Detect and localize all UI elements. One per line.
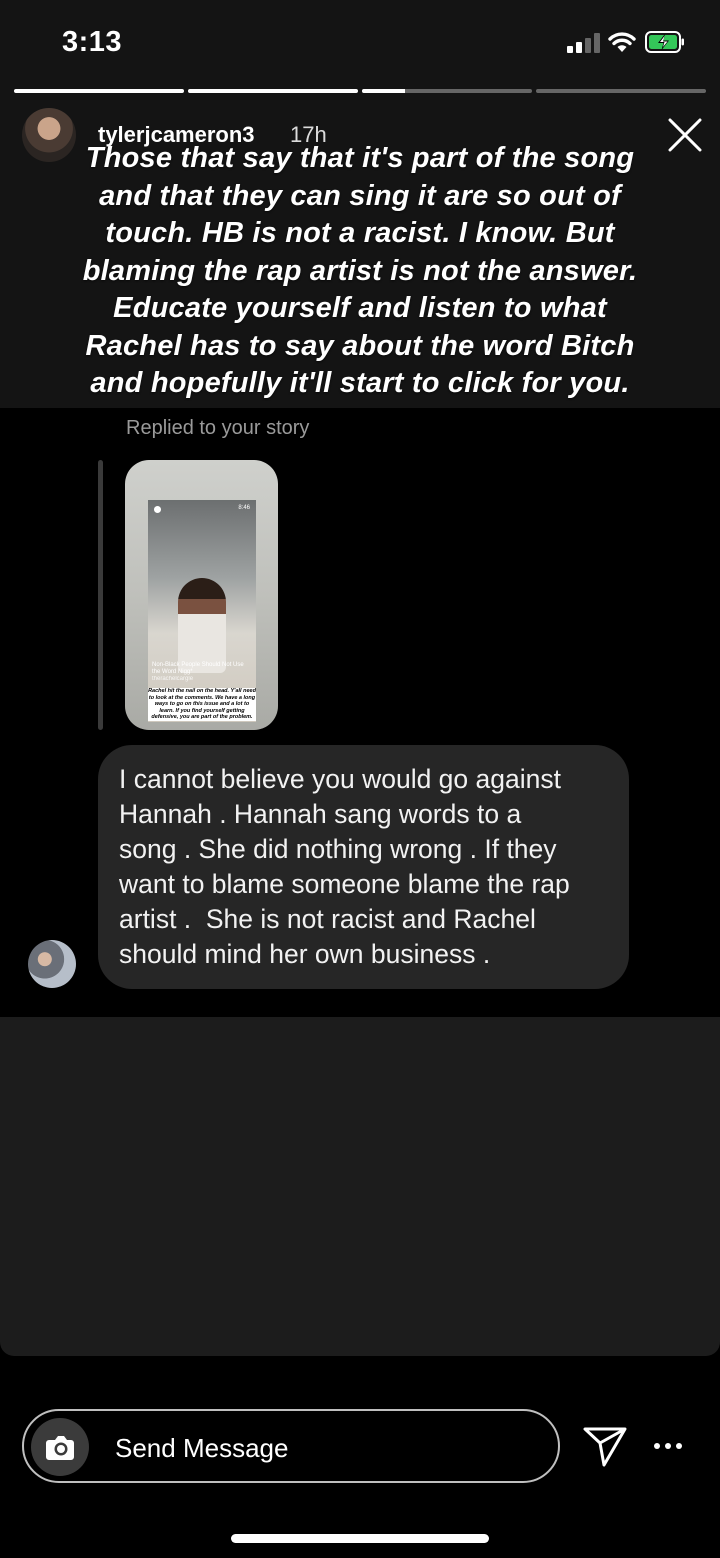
story-progress-segment (362, 89, 532, 93)
caption-line: Rachel has to say about the word Bitch (85, 329, 635, 362)
thumbnail-clock: 8:46 (238, 505, 250, 511)
wifi-icon (608, 32, 636, 52)
thumbnail-handle: therachelcargle (152, 676, 194, 682)
message-line: Hannah . Hannah sang words to a (119, 799, 522, 829)
message-line: song . She did nothing wrong . If they (119, 834, 557, 864)
send-message-input[interactable] (113, 1427, 537, 1469)
message-line: artist . She is not racist and Rachel (119, 904, 536, 934)
caption-line: and that they can sing it are so out of (99, 179, 621, 212)
thumbnail-person-image (178, 578, 226, 673)
paper-plane-icon[interactable] (582, 1424, 628, 1468)
caption-line: Those that say that it's part of the son… (85, 142, 635, 174)
battery-charging-icon (645, 31, 684, 53)
message-line: want to blame someone blame the rap (119, 869, 570, 899)
message-bubble[interactable]: I cannot believe you would go against Ha… (98, 745, 629, 989)
story-progress-segment (14, 89, 184, 93)
story-progress-segment (188, 89, 358, 93)
thumbnail-caption: Rachel hit the nail on the head. Y'all n… (148, 688, 256, 721)
sender-avatar[interactable] (28, 940, 76, 988)
story-caption: Those that say that it's part of the son… (40, 140, 680, 403)
thumbnail-screen: 8:46 Non-Black People Should Not Use the… (148, 500, 256, 722)
message-text: I cannot believe you would go against Ha… (119, 762, 614, 972)
story-thumbnail[interactable]: 8:46 Non-Black People Should Not Use the… (125, 460, 278, 730)
home-indicator[interactable] (231, 1534, 489, 1543)
cellular-signal-icon (567, 33, 601, 53)
story-progress-segment (536, 89, 706, 93)
story-progress (14, 89, 706, 93)
caption-line: touch. HB is not a racist. I know. But (105, 217, 615, 249)
status-time: 3:13 (62, 26, 123, 58)
thumbnail-headline-text: Non-Black People Should Not Use the Word… (152, 662, 244, 675)
thumbnail-headline: Non-Black People Should Not Use the Word… (152, 662, 252, 683)
caption-line: Educate yourself and listen to what (113, 292, 607, 324)
caption-line: blaming the rap artist is not the answer… (82, 254, 638, 287)
reply-quote-line (98, 460, 103, 730)
more-dots-icon[interactable] (654, 1440, 686, 1452)
camera-icon (46, 1436, 74, 1460)
camera-button[interactable] (31, 1418, 89, 1476)
replied-to-story-label: Replied to your story (126, 417, 310, 439)
thumbnail-dot-icon (154, 506, 161, 513)
message-composer[interactable] (22, 1409, 560, 1483)
message-line: should mind her own business . (119, 939, 491, 969)
empty-panel (0, 1017, 720, 1356)
caption-line: and hopefully it'll start to click for y… (90, 367, 630, 399)
message-line: I cannot believe you would go against (119, 764, 561, 794)
